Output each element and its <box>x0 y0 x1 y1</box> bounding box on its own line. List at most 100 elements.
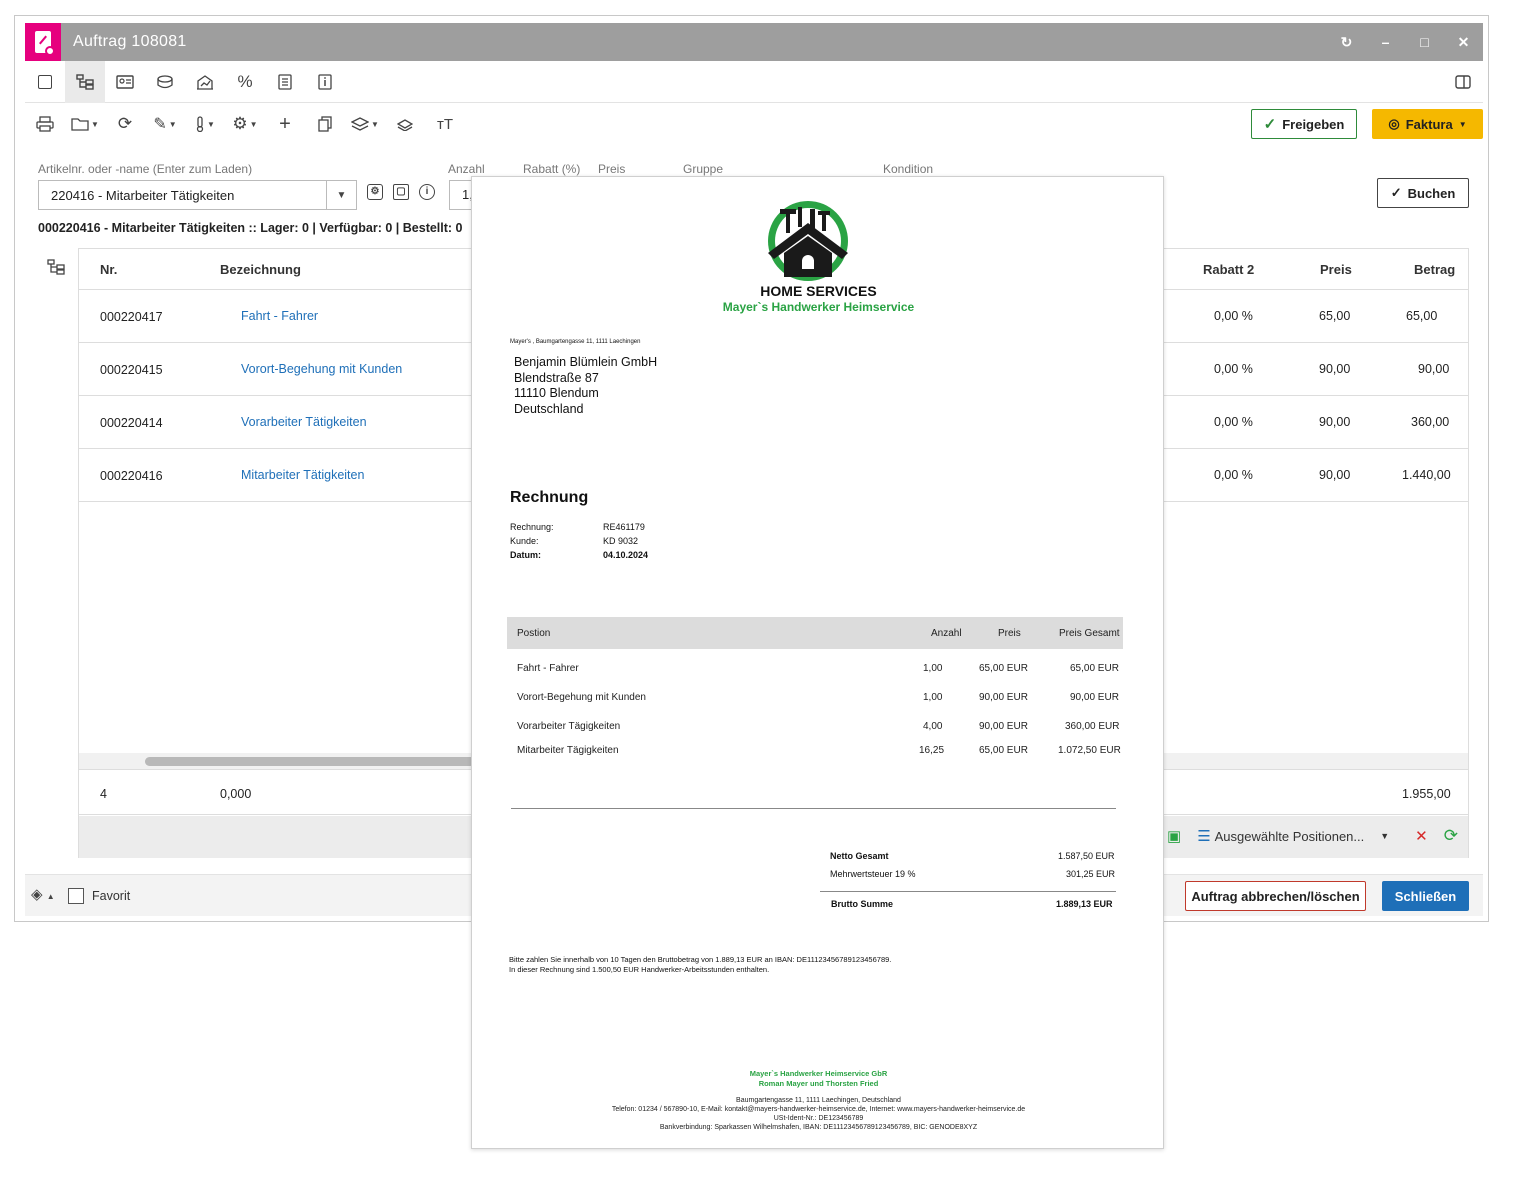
document-icon <box>38 74 52 89</box>
caret-down-icon: ▼ <box>1458 119 1467 129</box>
info-document-icon <box>318 73 332 90</box>
totals-divider <box>820 891 1116 892</box>
scrollbar-thumb[interactable] <box>145 757 475 766</box>
title-bar: Auftrag 108081 ↻ – □ ✕ <box>25 23 1483 61</box>
tab-positions[interactable] <box>65 60 105 103</box>
kondition-label: Kondition <box>883 162 934 176</box>
selected-positions-dropdown[interactable]: Ausgewählte Positionen... <box>1215 829 1365 844</box>
cell-betrag: 90,00 <box>1418 362 1450 376</box>
cell-bezeichnung-link[interactable]: Vorarbeiter Tätigkeiten <box>241 415 367 429</box>
article-combobox[interactable]: 220416 - Mitarbeiter Tätigkeiten ▼ <box>38 180 357 210</box>
refresh-icon[interactable]: ⟳ <box>1444 826 1458 846</box>
navigation-icon[interactable]: ◈ ▲ <box>31 885 55 903</box>
caret-down-icon: ▼ <box>207 119 215 129</box>
summary-total: 1.955,00 <box>1402 787 1451 801</box>
gear-icon: ⚙ <box>232 114 248 133</box>
settings-button[interactable]: ⚙ ▼ <box>225 104 265 144</box>
tab-delivery[interactable] <box>185 61 225 103</box>
app-logo-icon <box>25 23 61 61</box>
copy-icon <box>318 116 332 132</box>
temperature-button[interactable]: ▼ <box>185 104 225 144</box>
anzahl-label: Anzahl <box>448 162 485 176</box>
toggle-panel-button[interactable] <box>1443 61 1483 103</box>
cell-nr: 000220414 <box>100 416 163 430</box>
sender-line: Mayer's , Baumgartengasse 11, 1111 Laech… <box>510 339 641 345</box>
cell-rabatt2: 0,00 % <box>1214 415 1253 429</box>
stack-button[interactable] <box>385 104 425 144</box>
favorit-checkbox[interactable] <box>68 888 84 904</box>
add-button[interactable]: + <box>265 104 305 144</box>
cell-bezeichnung-link[interactable]: Mitarbeiter Tätigkeiten <box>241 468 364 482</box>
cell-preis: 90,00 <box>1319 468 1351 482</box>
folder-button[interactable]: ▼ <box>65 104 105 144</box>
netto-value: 1.587,50 EUR <box>1058 851 1115 861</box>
header-betrag[interactable]: Betrag <box>1414 262 1455 277</box>
edit-button[interactable]: ✎ ▼ <box>145 104 185 144</box>
tree-icon <box>76 73 94 90</box>
cell-betrag: 360,00 <box>1411 415 1450 429</box>
header-nr[interactable]: Nr. <box>100 262 117 277</box>
checkmark-icon: ✓ <box>1263 116 1277 133</box>
tab-discount[interactable]: % <box>225 61 265 103</box>
header-rabatt2[interactable]: Rabatt 2 <box>1203 262 1254 277</box>
schliessen-button[interactable]: Schließen <box>1382 881 1469 911</box>
brand-subtitle: Mayer`s Handwerker Heimservice <box>722 300 915 314</box>
buchen-button[interactable]: ✓ Buchen <box>1377 178 1469 208</box>
cell-preis: 65,00 <box>1319 309 1351 323</box>
invoice-preview: HOME SERVICES Mayer`s Handwerker Heimser… <box>471 176 1164 1149</box>
header-bezeichnung[interactable]: Bezeichnung <box>220 262 301 277</box>
caret-down-icon: ▼ <box>249 119 258 129</box>
cell-bezeichnung-link[interactable]: Fahrt - Fahrer <box>241 309 318 323</box>
tree-view-icon[interactable] <box>47 259 65 280</box>
invoice-meta-labels: Rechnung: Kunde: Datum: <box>510 522 554 560</box>
info-icon[interactable]: i <box>419 184 435 200</box>
brutto-label: Brutto Summe <box>831 899 894 909</box>
tab-payment[interactable] <box>145 61 185 103</box>
caret-down-icon: ▼ <box>168 119 177 129</box>
company-footer: Mayer`s Handwerker Heimservice GbR Roman… <box>749 1069 888 1088</box>
favorit-label: Favorit <box>92 889 131 903</box>
netto-label: Netto Gesamt <box>830 851 889 861</box>
tab-bar: % <box>25 60 1483 103</box>
faktura-button[interactable]: ◎ Faktura ▼ <box>1372 109 1483 139</box>
minimize-icon[interactable]: – <box>1366 23 1405 61</box>
coins-icon: ◎ <box>1388 116 1400 131</box>
tab-notes[interactable] <box>265 61 305 103</box>
tab-contact[interactable] <box>105 61 145 103</box>
layers-button[interactable]: ▼ <box>345 104 385 144</box>
invoice-item-row: Fahrt - Fahrer 1,00 65,00 EUR 65,00 EUR <box>517 663 1119 674</box>
text-size-button[interactable]: тT <box>425 104 465 144</box>
copy-button[interactable] <box>305 104 345 144</box>
delete-icon[interactable]: ✕ <box>1415 827 1428 845</box>
layers-icon <box>351 117 370 131</box>
rabatt-label: Rabatt (%) <box>523 162 581 176</box>
invoice-item-row: Mitarbeiter Tägigkeiten 16,25 65,00 EUR … <box>517 745 1121 756</box>
article-input[interactable]: 220416 - Mitarbeiter Tätigkeiten <box>51 188 234 203</box>
freigeben-button[interactable]: ✓ Freigeben <box>1251 109 1357 139</box>
invoice-meta-values: RE461179 KD 9032 04.10.2024 <box>603 522 649 560</box>
maximize-icon[interactable]: □ <box>1405 23 1444 61</box>
pencil-icon: ✎ <box>153 116 167 133</box>
tab-info[interactable] <box>305 61 345 103</box>
image-frame-icon[interactable]: ▣ <box>1167 827 1181 845</box>
list-icon[interactable]: ☰ <box>1197 827 1210 845</box>
print-button[interactable] <box>25 104 65 144</box>
text-size-icon: тT <box>436 115 454 133</box>
percent-icon: % <box>237 71 253 91</box>
gear-icon[interactable]: ⚙ <box>367 184 383 200</box>
cell-bezeichnung-link[interactable]: Vorort-Begehung mit Kunden <box>241 362 402 376</box>
invoice-table-header: Postion Anzahl Preis Preis Gesamt <box>507 617 1123 649</box>
split-panel-icon <box>1455 74 1471 89</box>
convert-button[interactable]: ⟳ <box>105 104 145 144</box>
dropdown-arrow-icon[interactable]: ▼ <box>326 181 356 209</box>
invoice-item-row: Vorort-Begehung mit Kunden 1,00 90,00 EU… <box>517 692 1119 703</box>
tab-document[interactable] <box>25 61 65 103</box>
caret-down-icon[interactable]: ▼ <box>1380 831 1389 841</box>
header-preis[interactable]: Preis <box>1320 262 1352 277</box>
caret-down-icon: ▼ <box>371 119 379 129</box>
abbrechen-button[interactable]: Auftrag abbrechen/löschen <box>1185 881 1366 911</box>
cell-preis: 90,00 <box>1319 362 1351 376</box>
refresh-icon[interactable]: ↻ <box>1327 23 1366 61</box>
box-icon[interactable]: ▢ <box>393 184 409 200</box>
close-icon[interactable]: ✕ <box>1444 23 1483 61</box>
